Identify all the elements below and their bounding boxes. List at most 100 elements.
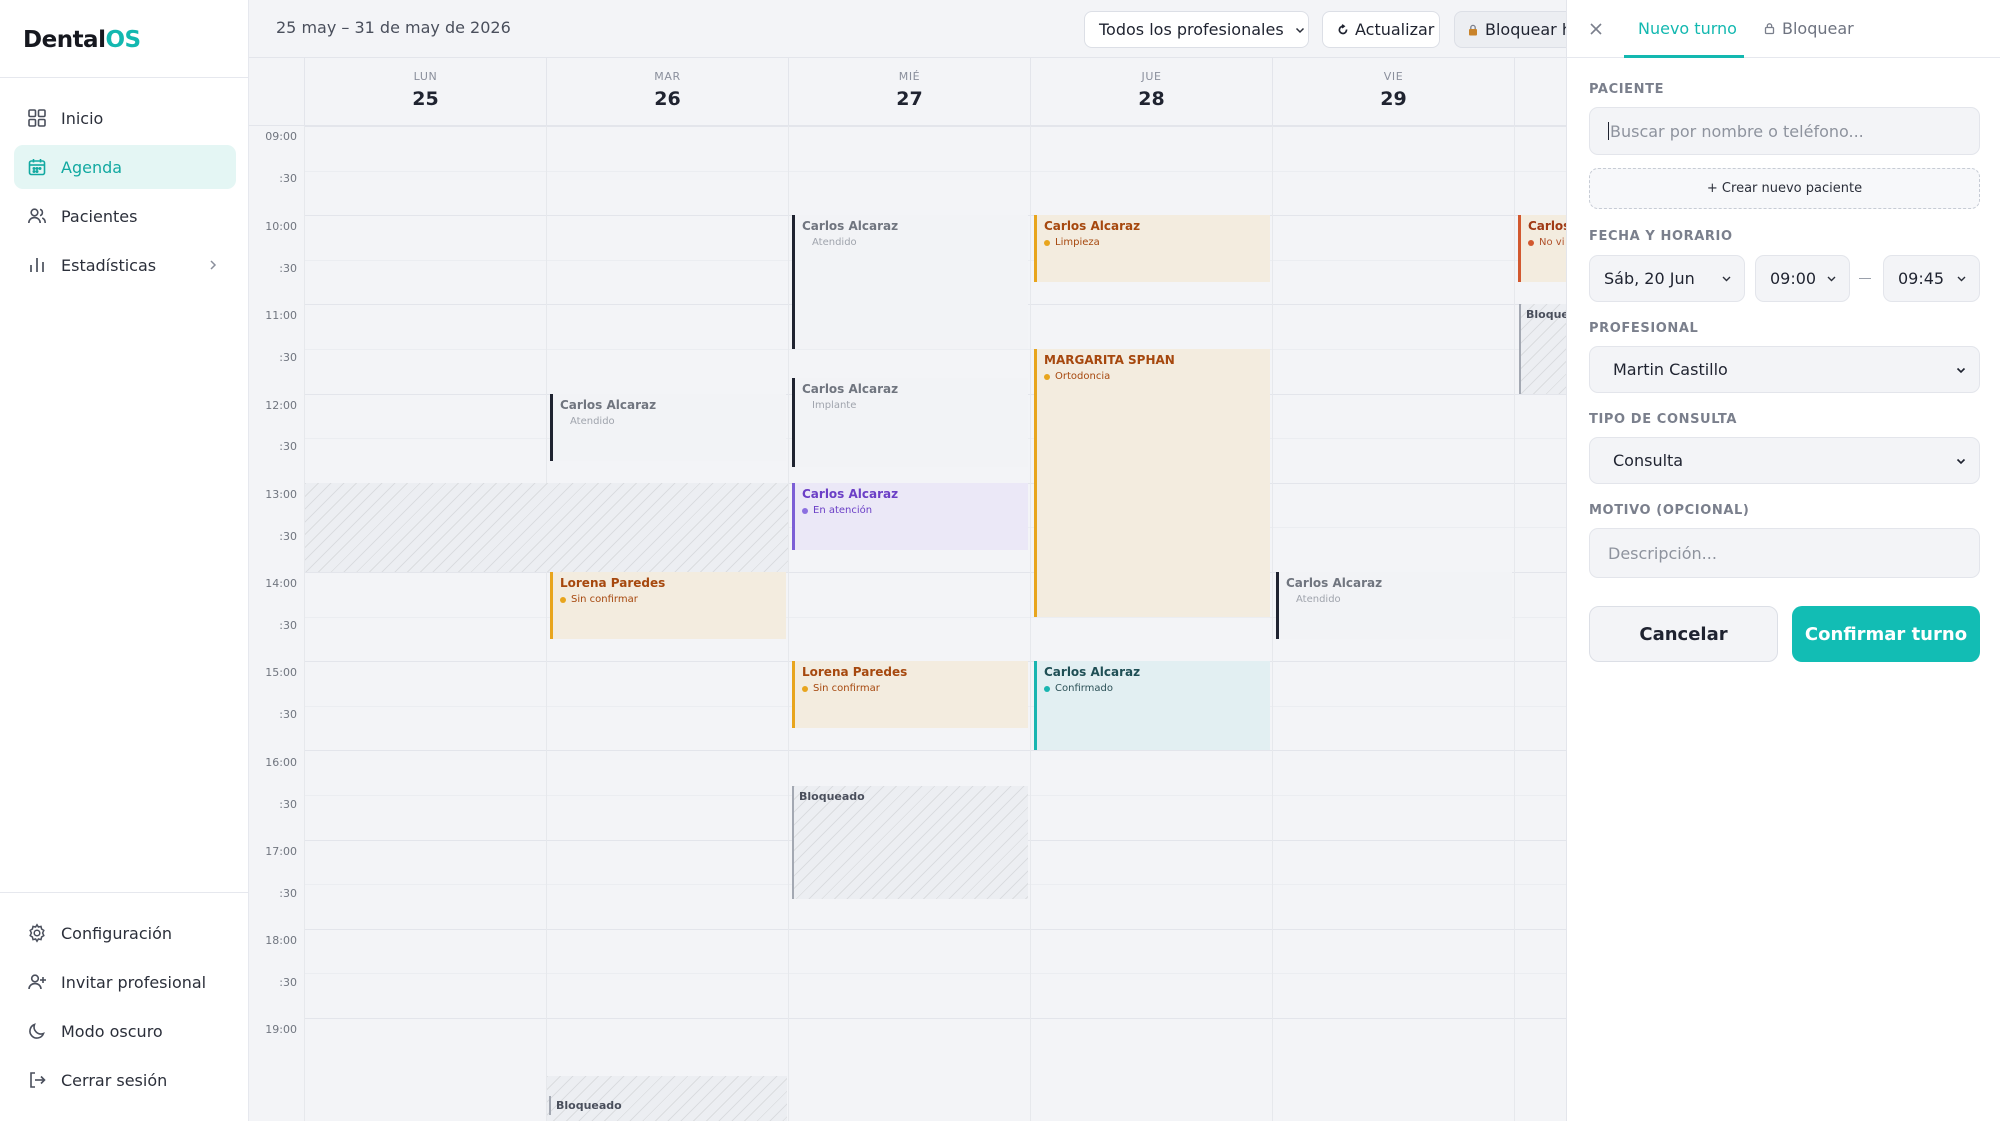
time-separator — [1859, 278, 1871, 279]
sidebar-item-inicio[interactable]: Inicio — [14, 96, 236, 140]
appointment-card[interactable]: Carlos Alcaraz Confirmado — [1034, 661, 1270, 750]
gear-icon — [29, 923, 45, 943]
patient-search-input[interactable]: Buscar por nombre o teléfono... — [1589, 107, 1980, 155]
appointment-patient: Carlos Alcaraz — [1044, 665, 1141, 679]
day-divider — [1514, 126, 1515, 1121]
sidebar-item-estadisticas[interactable]: Estadísticas — [14, 243, 236, 287]
reason-input[interactable]: Descripción... — [1589, 528, 1980, 578]
time-label: 09:00 — [265, 130, 297, 143]
active-tab-indicator — [1624, 55, 1744, 58]
date-select[interactable]: Sáb, 20 Jun — [1589, 255, 1745, 302]
day-header-mon[interactable]: LUN 25 — [304, 58, 546, 126]
time-label: 13:00 — [265, 488, 297, 501]
time-label: :30 — [279, 351, 297, 364]
tab-nuevo-turno[interactable]: Nuevo turno — [1638, 19, 1737, 38]
calendar-toolbar: 25 may – 31 de may de 2026 Todos los pro… — [249, 0, 1566, 58]
consult-type-label: TIPO DE CONSULTA — [1589, 412, 1738, 427]
blocked-label: Bloqueado — [799, 790, 865, 803]
appointment-card[interactable]: MARGARITA SPHAN Ortodoncia — [1034, 349, 1270, 617]
day-header-fri[interactable]: VIE 29 — [1272, 58, 1514, 126]
appointment-status: Sin confirmar — [802, 683, 1021, 694]
day-number: 26 — [654, 88, 681, 110]
day-header-thu[interactable]: JUE 28 — [1030, 58, 1272, 126]
appointment-card[interactable]: Carlos Alcaraz Implante — [792, 378, 1028, 467]
blocked-slot[interactable]: Bloqueado — [792, 786, 1028, 899]
sidebar-item-modo-oscuro[interactable]: Modo oscuro — [14, 1009, 236, 1053]
grid-line — [304, 126, 1566, 127]
close-icon[interactable] — [1588, 21, 1604, 37]
sidebar-item-label: Pacientes — [61, 206, 138, 226]
appointment-status-text: No vi — [1539, 237, 1565, 248]
app-logo[interactable]: DentalOS — [23, 27, 141, 53]
chevron-down-icon — [1295, 27, 1304, 33]
appointment-patient: Carlos Alcaraz — [802, 487, 899, 501]
chevron-down-icon — [1957, 276, 1966, 282]
refresh-button[interactable]: Actualizar — [1322, 11, 1440, 48]
logout-icon — [30, 1072, 46, 1088]
block-hours-label: Bloquear h — [1485, 20, 1566, 39]
tab-label: Bloquear — [1782, 19, 1854, 38]
status-dot — [560, 596, 566, 603]
professional-filter-select[interactable]: Todos los profesionales — [1084, 11, 1309, 48]
day-number: 28 — [1138, 88, 1165, 110]
sidebar-item-configuracion[interactable]: Configuración — [14, 911, 236, 955]
chevron-down-icon — [1956, 367, 1966, 373]
sidebar-item-invitar[interactable]: Invitar profesional — [14, 960, 236, 1004]
appointment-status-text: Limpieza — [1055, 237, 1100, 248]
reason-label: MOTIVO (OPCIONAL) — [1589, 503, 1750, 518]
tab-bloquear[interactable]: Bloquear — [1763, 19, 1854, 38]
day-name: VIE — [1383, 70, 1404, 83]
blocked-slot[interactable]: Bloque — [1519, 304, 1566, 394]
blocked-slot[interactable]: Bloqueado — [547, 1076, 787, 1121]
appointment-card[interactable]: Carlos Alcaraz Atendido — [792, 215, 1028, 349]
appointment-patient: Carlos Alcaraz — [802, 219, 899, 233]
sidebar-item-cerrar-sesion[interactable]: Cerrar sesión — [14, 1058, 236, 1102]
appointment-card[interactable]: Carlos No vi — [1518, 215, 1566, 282]
status-dot — [1044, 239, 1050, 246]
sidebar-divider — [0, 892, 249, 893]
consult-type-select[interactable]: Consulta — [1589, 437, 1980, 484]
create-patient-button[interactable]: + Crear nuevo paciente — [1589, 168, 1980, 209]
day-number: 27 — [896, 88, 923, 110]
time-label: :30 — [279, 530, 297, 543]
patient-search-placeholder: Buscar por nombre o teléfono... — [1610, 121, 1864, 141]
professional-select[interactable]: Martin Castillo — [1589, 346, 1980, 393]
day-header-tue[interactable]: MAR 26 — [546, 58, 788, 126]
status-dot — [1528, 239, 1534, 246]
appointment-card[interactable]: Carlos Alcaraz Atendido — [550, 394, 786, 461]
bar-chart-icon — [30, 258, 44, 272]
block-hours-button[interactable]: Bloquear h — [1454, 11, 1566, 48]
appointment-status: No vi — [1528, 237, 1565, 248]
day-header-wed[interactable]: MIÉ 27 — [788, 58, 1030, 126]
confirm-appointment-button[interactable]: Confirmar turno — [1792, 606, 1980, 662]
sidebar-item-agenda[interactable]: Agenda — [14, 145, 236, 189]
grid-line — [304, 929, 1566, 930]
appointment-card[interactable]: Lorena Paredes Sin confirmar — [550, 572, 786, 639]
time-label: 17:00 — [265, 845, 297, 858]
sidebar-item-pacientes[interactable]: Pacientes — [14, 194, 236, 238]
time-label: 15:00 — [265, 666, 297, 679]
day-name: MIÉ — [898, 70, 921, 83]
sidebar-item-label: Estadísticas — [61, 255, 157, 275]
appointment-card[interactable]: Carlos Alcaraz Limpieza — [1034, 215, 1270, 282]
cancel-button[interactable]: Cancelar — [1589, 606, 1778, 662]
blocked-slot[interactable] — [305, 483, 788, 572]
day-divider — [788, 126, 789, 1121]
end-time-select[interactable]: 09:45 — [1883, 255, 1980, 302]
appointment-status-text: Ortodoncia — [1055, 371, 1111, 382]
day-divider — [1030, 126, 1031, 1121]
appointment-card[interactable]: Lorena Paredes Sin confirmar — [792, 661, 1028, 728]
appointment-card[interactable]: Carlos Alcaraz Atendido — [1276, 572, 1512, 639]
chevron-down-icon — [1827, 276, 1836, 282]
professional-label: PROFESIONAL — [1589, 321, 1699, 336]
professional-value: Martin Castillo — [1613, 360, 1728, 379]
blocked-label: Bloqueado — [549, 1096, 627, 1115]
start-time-select[interactable]: 09:00 — [1755, 255, 1850, 302]
reason-placeholder: Descripción... — [1608, 543, 1717, 563]
appointment-patient: Carlos Alcaraz — [802, 382, 899, 396]
day-header-sat[interactable] — [1514, 58, 1566, 126]
grid-line — [304, 973, 1566, 974]
appointment-card[interactable]: Carlos Alcaraz En atención — [792, 483, 1028, 550]
time-label: 14:00 — [265, 577, 297, 590]
grid-icon — [28, 109, 46, 127]
